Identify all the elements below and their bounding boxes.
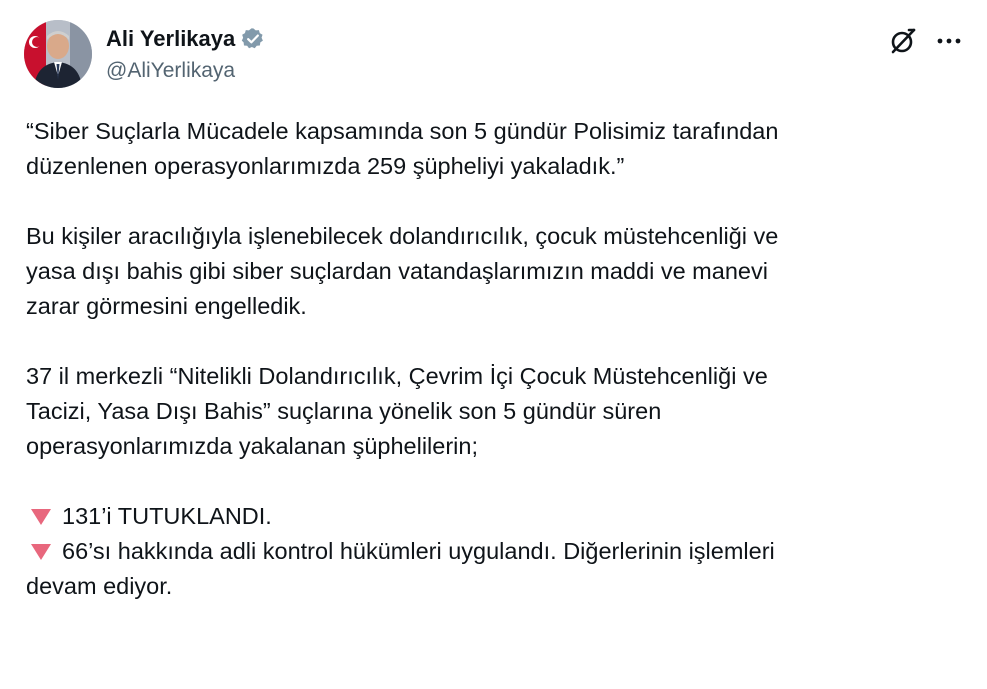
more-dots-icon[interactable] [934, 26, 964, 56]
red-triangle-down-icon [30, 499, 56, 534]
tweet-card: Ali Yerlikaya @AliYerlikaya “Siber Suçla… [0, 0, 987, 689]
header-actions [888, 26, 964, 56]
text-line: zarar görmesini engelledik. [26, 293, 307, 319]
grok-icon[interactable] [888, 26, 918, 56]
text-line: “Siber Suçlarla Mücadele kapsamında son … [26, 118, 779, 144]
avatar[interactable] [24, 20, 92, 88]
avatar-photo [24, 20, 92, 88]
text-line: yasa dışı bahis gibi siber suçlardan vat… [26, 258, 768, 284]
bullet-item-1: 131’i TUTUKLANDI. [26, 499, 961, 534]
paragraph-2: Bu kişiler aracılığıyla işlenebilecek do… [26, 219, 961, 324]
paragraph-1: “Siber Suçlarla Mücadele kapsamında son … [26, 114, 961, 184]
red-triangle-down-icon [30, 534, 56, 569]
text-line: 37 il merkezli “Nitelikli Dolandırıcılık… [26, 363, 768, 389]
text-line: operasyonlarımızda yakalanan şüphelileri… [26, 433, 478, 459]
tweet-text: “Siber Suçlarla Mücadele kapsamında son … [26, 114, 961, 604]
bullet-text: 131’i TUTUKLANDI. [62, 503, 272, 529]
author-block: Ali Yerlikaya @AliYerlikaya [106, 24, 265, 86]
text-line: Tacizi, Yasa Dışı Bahis” suçlarına yönel… [26, 398, 662, 424]
text-line: devam ediyor. [26, 573, 173, 599]
bullet-text: 66’sı hakkında adli kontrol hükümleri uy… [62, 538, 775, 564]
verified-badge-icon[interactable] [241, 27, 265, 51]
author-handle[interactable]: @AliYerlikaya [106, 56, 265, 86]
text-line: Bu kişiler aracılığıyla işlenebilecek do… [26, 223, 779, 249]
tweet-header: Ali Yerlikaya @AliYerlikaya [24, 20, 964, 90]
author-name-row: Ali Yerlikaya [106, 24, 265, 54]
text-line: düzenlenen operasyonlarımızda 259 şüphel… [26, 153, 625, 179]
paragraph-3: 37 il merkezli “Nitelikli Dolandırıcılık… [26, 359, 961, 464]
author-display-name[interactable]: Ali Yerlikaya [106, 24, 235, 54]
bullet-item-2: 66’sı hakkında adli kontrol hükümleri uy… [26, 534, 961, 569]
